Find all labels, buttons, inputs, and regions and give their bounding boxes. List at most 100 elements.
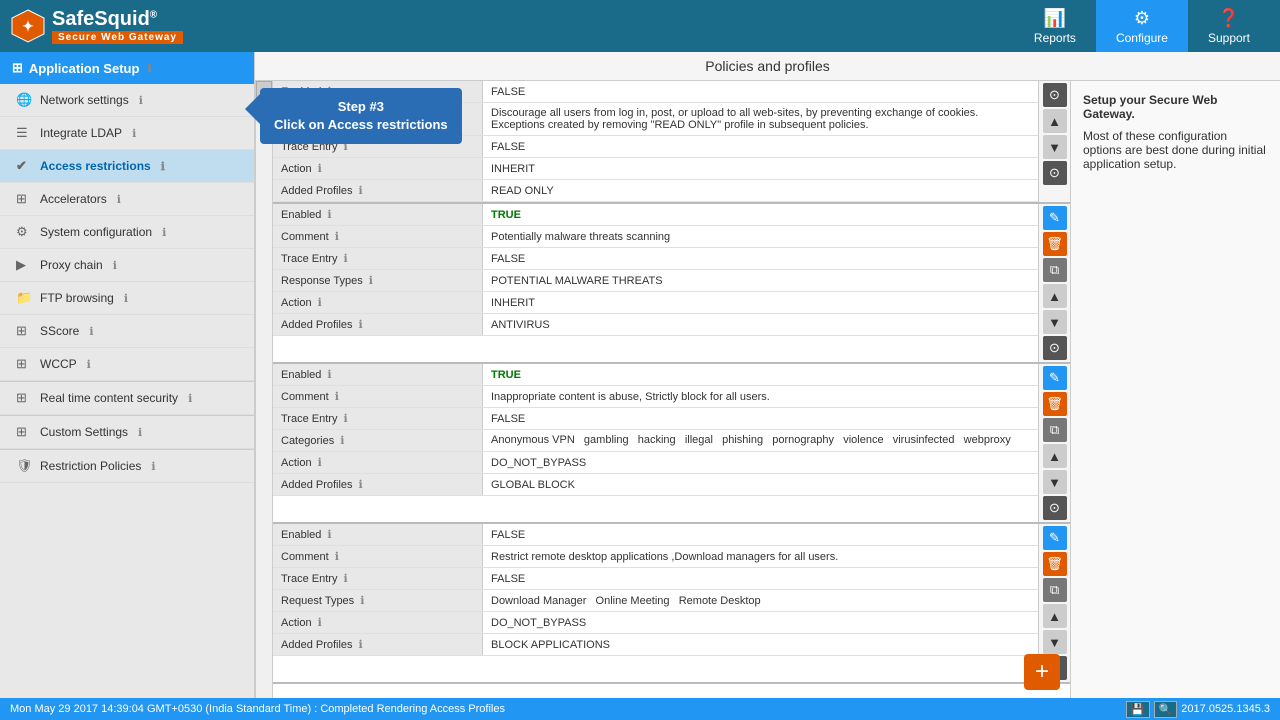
help-icon-11: ℹ: [151, 460, 155, 473]
down-btn-2[interactable]: ▼: [1043, 310, 1067, 334]
bottom-bar: Mon May 29 2017 14:39:04 GMT+0530 (India…: [0, 698, 1280, 720]
edit-btn-4[interactable]: ✎: [1043, 526, 1067, 550]
field-enabled-2: Enabled ℹ TRUE: [273, 204, 1038, 226]
help-request-4: ℹ: [360, 594, 364, 607]
help-icon-1: ℹ: [132, 127, 136, 140]
support-icon: ❓: [1218, 8, 1240, 29]
help-profiles-3: ℹ: [359, 478, 363, 491]
help-icon-5: ℹ: [113, 259, 117, 272]
up-btn-3[interactable]: ▲: [1043, 444, 1067, 468]
help-trace-2: ℹ: [343, 252, 347, 265]
field-categories-3: Categories ℹ Anonymous VPN gambling hack…: [273, 430, 1038, 452]
content-body: ▲ Enabled ℹ FALSE Comment ℹ Disco: [255, 81, 1280, 698]
delete-btn-3[interactable]: 🗑: [1043, 392, 1067, 416]
logo-name: SafeSquid®: [52, 8, 183, 31]
edit-btn-3[interactable]: ✎: [1043, 366, 1067, 390]
field-trace-2: Trace Entry ℹ FALSE: [273, 248, 1038, 270]
wccp-icon: ⊞: [16, 356, 32, 372]
main: ⊞ Application Setup ℹ 🌐 Network settings…: [0, 52, 1280, 698]
field-enabled-3: Enabled ℹ TRUE: [273, 364, 1038, 386]
sidebar-item-ftp-browsing[interactable]: 📁 FTP browsing ℹ: [0, 282, 254, 315]
help-icon-10: ℹ: [138, 426, 142, 439]
right-panel-title: Setup your Secure Web Gateway.: [1083, 93, 1268, 121]
help-action-3: ℹ: [318, 456, 322, 469]
sidebar-item-sscore[interactable]: ⊞ SScore ℹ: [0, 315, 254, 348]
edit-btn-2[interactable]: ✎: [1043, 206, 1067, 230]
field-trace-3: Trace Entry ℹ FALSE: [273, 408, 1038, 430]
sidebar-item-custom-settings[interactable]: ⊞ Custom Settings ℹ: [0, 416, 254, 449]
sidebar-item-realtime-content[interactable]: ⊞ Real time content security ℹ: [0, 382, 254, 415]
field-action-2: Action ℹ INHERIT: [273, 292, 1038, 314]
up-btn-4[interactable]: ▲: [1043, 604, 1067, 628]
sidebar-item-proxy-chain[interactable]: ▶ Proxy chain ℹ: [0, 249, 254, 282]
svg-text:✦: ✦: [22, 18, 34, 34]
right-panel: Setup your Secure Web Gateway. Most of t…: [1070, 81, 1280, 698]
logo-area: ✦ SafeSquid® Secure Web Gateway: [10, 8, 1014, 44]
copy-btn-3[interactable]: ⧉: [1043, 418, 1067, 442]
field-comment-3: Comment ℹ Inappropriate content is abuse…: [273, 386, 1038, 408]
sscore-icon: ⊞: [16, 323, 32, 339]
up-btn-1[interactable]: ▲: [1043, 109, 1067, 133]
sidebar-item-system-configuration[interactable]: ⚙ System configuration ℹ: [0, 216, 254, 249]
nav-configure[interactable]: ⚙ Configure: [1096, 0, 1188, 52]
access-icon: ✔: [16, 158, 32, 174]
add-policy-fab[interactable]: +: [1024, 654, 1060, 690]
version-text: 2017.0525.1345.3: [1181, 703, 1270, 715]
down-btn-4[interactable]: ▼: [1043, 630, 1067, 654]
help-profiles-2: ℹ: [359, 318, 363, 331]
help-enabled-4: ℹ: [327, 528, 331, 541]
help-comment-3: ℹ: [335, 390, 339, 403]
policy-row-3: Enabled ℹ TRUE Comment ℹ Inappropriate c…: [273, 364, 1070, 524]
nav-buttons: 📊 Reports ⚙ Configure ❓ Support: [1014, 0, 1270, 52]
help-profiles-1: ℹ: [359, 184, 363, 197]
help-icon-3: ℹ: [117, 193, 121, 206]
sidebar-item-integrate-ldap[interactable]: ☰ Integrate LDAP ℹ: [0, 117, 254, 150]
help-icon-8: ℹ: [87, 358, 91, 371]
sidebar-item-accelerators[interactable]: ⊞ Accelerators ℹ: [0, 183, 254, 216]
up-btn-2[interactable]: ▲: [1043, 284, 1067, 308]
settings-btn-2[interactable]: ⊙: [1043, 336, 1067, 360]
realtime-icon: ⊞: [16, 390, 32, 406]
content: Policies and profiles ▲ Enabled ℹ FALSE: [255, 52, 1280, 698]
network-icon: 🌐: [16, 92, 32, 108]
policy-row-4: Enabled ℹ FALSE Comment ℹ Restrict remot…: [273, 524, 1070, 684]
down-btn-3[interactable]: ▼: [1043, 470, 1067, 494]
nav-support[interactable]: ❓ Support: [1188, 0, 1270, 52]
table-area[interactable]: Enabled ℹ FALSE Comment ℹ Discourage all…: [273, 81, 1070, 698]
field-added-profiles-1: Added Profiles ℹ READ ONLY: [273, 180, 1038, 202]
help-comment-4: ℹ: [335, 550, 339, 563]
copy-btn-2[interactable]: ⧉: [1043, 258, 1067, 282]
field-added-profiles-3: Added Profiles ℹ GLOBAL BLOCK: [273, 474, 1038, 496]
logo-tagline: Secure Web Gateway: [52, 31, 183, 44]
settings-btn-3[interactable]: ⊙: [1043, 496, 1067, 520]
settings-btn-1[interactable]: ⊙: [1043, 83, 1067, 107]
bottom-right: 💾 🔍 2017.0525.1345.3: [1126, 701, 1270, 718]
field-response-types-2: Response Types ℹ POTENTIAL MALWARE THREA…: [273, 270, 1038, 292]
copy-btn-4[interactable]: ⧉: [1043, 578, 1067, 602]
logo-icon: ✦: [10, 8, 46, 44]
status-text: Mon May 29 2017 14:39:04 GMT+0530 (India…: [10, 703, 505, 715]
help-action-1: ℹ: [318, 162, 322, 175]
sidebar-item-access-restrictions[interactable]: ✔ Access restrictions ℹ: [0, 150, 254, 183]
sidebar-item-wccp[interactable]: ⊞ WCCP ℹ: [0, 348, 254, 381]
sidebar-item-network-settings[interactable]: 🌐 Network settings ℹ: [0, 84, 254, 117]
delete-btn-4[interactable]: 🗑: [1043, 552, 1067, 576]
help-comment-2: ℹ: [335, 230, 339, 243]
help-trace-3: ℹ: [343, 412, 347, 425]
restriction-icon: 🛡: [16, 458, 32, 474]
field-trace-4: Trace Entry ℹ FALSE: [273, 568, 1038, 590]
field-action-3: Action ℹ DO_NOT_BYPASS: [273, 452, 1038, 474]
search-btn[interactable]: 🔍: [1154, 701, 1178, 718]
field-comment-4: Comment ℹ Restrict remote desktop applic…: [273, 546, 1038, 568]
down-btn-1[interactable]: ▼: [1043, 135, 1067, 159]
sidebar-item-restriction-policies[interactable]: 🛡 Restriction Policies ℹ: [0, 450, 254, 483]
settings2-btn-1[interactable]: ⊙: [1043, 161, 1067, 185]
application-setup-icon: ⊞: [12, 60, 23, 76]
delete-btn-2[interactable]: 🗑: [1043, 232, 1067, 256]
nav-reports[interactable]: 📊 Reports: [1014, 0, 1096, 52]
field-enabled-4: Enabled ℹ FALSE: [273, 524, 1038, 546]
save-btn[interactable]: 💾: [1126, 701, 1150, 718]
content-header: Policies and profiles: [255, 52, 1280, 81]
policy-row-2: Enabled ℹ TRUE Comment ℹ Potentially mal…: [273, 204, 1070, 364]
policy-actions-1: ⊙ ▲ ▼ ⊙: [1038, 81, 1070, 202]
